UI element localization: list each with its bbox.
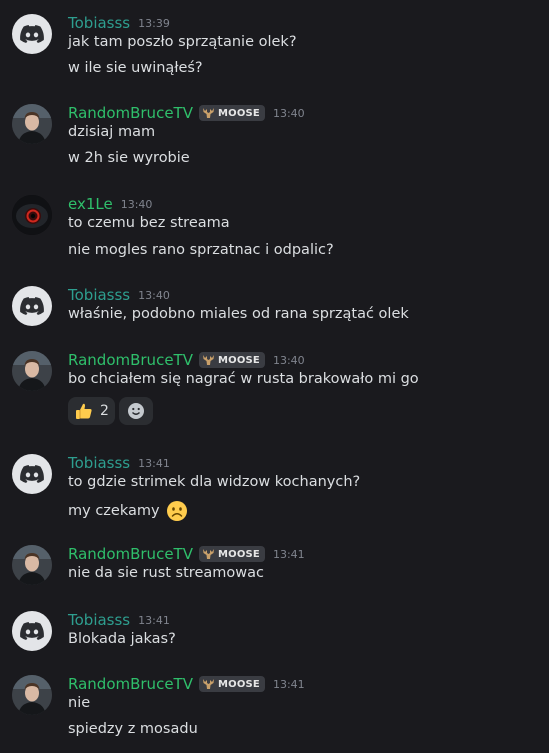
- avatar[interactable]: [12, 286, 52, 326]
- message-text: właśnie, podobno miales od rana sprzątać…: [68, 306, 409, 322]
- author-name[interactable]: Tobiasss: [68, 611, 130, 629]
- avatar[interactable]: [12, 454, 52, 494]
- smiley-add-icon: [127, 403, 144, 419]
- author-name[interactable]: ex1Le: [68, 195, 113, 213]
- message-text: to czemu bez streama: [68, 215, 230, 231]
- badge-label: MOOSE: [217, 548, 260, 560]
- add-reaction-button[interactable]: [118, 397, 153, 425]
- avatar[interactable]: [12, 195, 52, 235]
- message-header: RandomBruceTV MOOSE 13:41: [68, 673, 305, 695]
- message-header: Tobiasss 13:41: [68, 609, 170, 631]
- badge-label: MOOSE: [217, 678, 260, 690]
- eye-photo-icon: [12, 195, 52, 235]
- frowning-face-icon: [167, 501, 188, 521]
- message-text: dzisiaj mam: [68, 124, 156, 140]
- discord-icon: [20, 25, 44, 43]
- message-text: nie: [68, 695, 91, 711]
- author-name[interactable]: RandomBruceTV: [68, 351, 193, 369]
- message-text: nie mogles rano sprzatnac i odpalic?: [68, 242, 334, 258]
- avatar[interactable]: [12, 611, 52, 651]
- message-text: my czekamy: [68, 503, 160, 519]
- avatar[interactable]: [12, 351, 52, 391]
- avatar[interactable]: [12, 14, 52, 54]
- user-photo-icon: [12, 545, 52, 585]
- message-header: RandomBruceTV MOOSE 13:40: [68, 102, 305, 124]
- moose-icon: [202, 679, 214, 689]
- author-name[interactable]: RandomBruceTV: [68, 545, 193, 563]
- timestamp[interactable]: 13:39: [138, 17, 170, 30]
- avatar[interactable]: [12, 545, 52, 585]
- author-name[interactable]: RandomBruceTV: [68, 675, 193, 693]
- reaction-count: 2: [100, 403, 109, 419]
- badge-label: MOOSE: [217, 107, 260, 119]
- thumbs-up-icon: [76, 403, 92, 419]
- message-text: Blokada jakas?: [68, 631, 176, 647]
- avatar[interactable]: [12, 675, 52, 715]
- author-name[interactable]: Tobiasss: [68, 286, 130, 304]
- message-text: spiedzy z mosadu: [68, 721, 198, 737]
- guild-tag-badge[interactable]: MOOSE: [198, 352, 265, 368]
- message-text: bo chciałem się nagrać w rusta brakowało…: [68, 371, 419, 387]
- message-header: Tobiasss 13:40: [68, 284, 170, 306]
- guild-tag-badge[interactable]: MOOSE: [198, 105, 265, 121]
- guild-tag-badge[interactable]: MOOSE: [198, 546, 265, 562]
- message-header: RandomBruceTV MOOSE 13:41: [68, 543, 305, 565]
- user-photo-icon: [12, 351, 52, 391]
- message-text-line: my czekamy: [68, 500, 188, 522]
- timestamp[interactable]: 13:41: [273, 678, 305, 691]
- message-header: RandomBruceTV MOOSE 13:40: [68, 349, 305, 371]
- message-header: Tobiasss 13:39: [68, 12, 170, 34]
- message-text: jak tam poszło sprzątanie olek?: [68, 34, 297, 50]
- timestamp[interactable]: 13:40: [273, 107, 305, 120]
- message-text: to gdzie strimek dla widzow kochanych?: [68, 474, 361, 490]
- timestamp[interactable]: 13:41: [138, 457, 170, 470]
- moose-icon: [202, 355, 214, 365]
- timestamp[interactable]: 13:40: [138, 289, 170, 302]
- timestamp[interactable]: 13:40: [121, 198, 153, 211]
- message-text: w ile sie uwinąłeś?: [68, 60, 203, 76]
- discord-icon: [20, 297, 44, 315]
- reactions-bar: 2: [68, 397, 153, 425]
- message-text: nie da sie rust streamowac: [68, 565, 264, 581]
- discord-icon: [20, 465, 44, 483]
- avatar[interactable]: [12, 104, 52, 144]
- author-name[interactable]: RandomBruceTV: [68, 104, 193, 122]
- message-header: Tobiasss 13:41: [68, 452, 170, 474]
- moose-icon: [202, 108, 214, 118]
- author-name[interactable]: Tobiasss: [68, 14, 130, 32]
- user-photo-icon: [12, 675, 52, 715]
- guild-tag-badge[interactable]: MOOSE: [198, 676, 265, 692]
- badge-label: MOOSE: [217, 354, 260, 366]
- message-header: ex1Le 13:40: [68, 193, 152, 215]
- timestamp[interactable]: 13:41: [273, 548, 305, 561]
- moose-icon: [202, 549, 214, 559]
- discord-icon: [20, 622, 44, 640]
- reaction-thumbs-up[interactable]: 2: [68, 397, 115, 425]
- timestamp[interactable]: 13:40: [273, 354, 305, 367]
- user-photo-icon: [12, 104, 52, 144]
- message-text: w 2h sie wyrobie: [68, 150, 190, 166]
- author-name[interactable]: Tobiasss: [68, 454, 130, 472]
- timestamp[interactable]: 13:41: [138, 614, 170, 627]
